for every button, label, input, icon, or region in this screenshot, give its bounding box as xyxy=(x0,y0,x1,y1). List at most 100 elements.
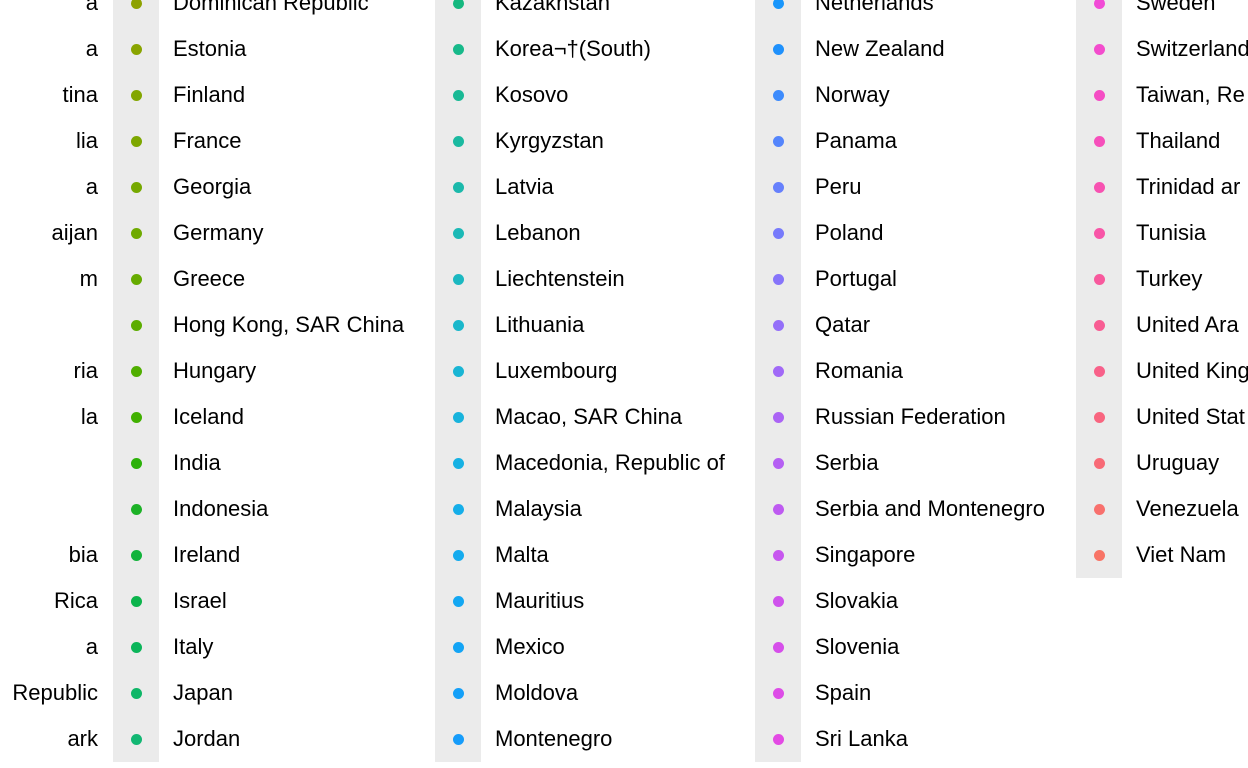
legend-point-key xyxy=(453,90,464,101)
legend-label: Iceland xyxy=(173,404,244,429)
legend-point-key xyxy=(1094,366,1105,377)
legend-point-key xyxy=(453,182,464,193)
legend-point-key xyxy=(131,136,142,147)
legend-label: Italy xyxy=(173,634,214,659)
legend-label: Netherlands xyxy=(815,0,934,15)
legend-label: Slovakia xyxy=(815,588,899,613)
legend-point-key xyxy=(1094,44,1105,55)
legend-point-key xyxy=(773,458,784,469)
legend-point-key xyxy=(1094,550,1105,561)
legend-point-key xyxy=(131,642,142,653)
legend-point-key xyxy=(453,44,464,55)
legend-point-key xyxy=(773,504,784,515)
legend-label: Peru xyxy=(815,174,862,199)
legend-label: Estonia xyxy=(173,36,247,61)
legend-point-key xyxy=(131,688,142,699)
legend-point-key xyxy=(453,320,464,331)
legend-label: a xyxy=(85,174,98,199)
legend-label: Sweden xyxy=(1136,0,1216,15)
legend-point-key xyxy=(1094,320,1105,331)
legend-point-key xyxy=(131,274,142,285)
legend-label: Israel xyxy=(173,588,227,613)
legend-point-key xyxy=(453,228,464,239)
legend-label: Japan xyxy=(173,680,233,705)
legend-label: United Stat xyxy=(1136,404,1245,429)
legend-label: Macao, SAR China xyxy=(495,404,683,429)
legend-label: Latvia xyxy=(495,174,554,199)
legend-point-key xyxy=(773,44,784,55)
legend-label: Kyrgyzstan xyxy=(495,128,604,153)
legend-point-key xyxy=(453,734,464,745)
legend-point-key xyxy=(773,182,784,193)
legend-point-key xyxy=(453,596,464,607)
legend-label: Moldova xyxy=(495,680,579,705)
legend-point-key xyxy=(1094,182,1105,193)
legend-point-key xyxy=(131,734,142,745)
legend-point-key xyxy=(773,734,784,745)
legend-label: New Zealand xyxy=(815,36,945,61)
legend-point-key xyxy=(453,366,464,377)
legend-point-key xyxy=(773,550,784,561)
legend-label: Indonesia xyxy=(173,496,269,521)
legend-label: Turkey xyxy=(1136,266,1203,291)
legend-point-key xyxy=(453,504,464,515)
legend-point-key xyxy=(773,596,784,607)
legend-label: Hungary xyxy=(173,358,257,383)
legend-label: United Ara xyxy=(1136,312,1239,337)
legend-point-key xyxy=(773,274,784,285)
legend-point-key xyxy=(453,136,464,147)
legend-label: Romania xyxy=(815,358,904,383)
legend-label: a xyxy=(85,634,98,659)
legend-label: Qatar xyxy=(815,312,871,337)
legend-point-key xyxy=(453,412,464,423)
legend-label: Rica xyxy=(53,588,98,613)
legend-label: Finland xyxy=(173,82,246,107)
legend-label: Thailand xyxy=(1136,128,1221,153)
legend-key-background xyxy=(1076,0,1122,578)
legend-label: Norway xyxy=(815,82,890,107)
legend-label: Malaysia xyxy=(495,496,582,521)
legend-point-key xyxy=(1094,504,1105,515)
legend-label: Serbia xyxy=(815,450,879,475)
legend-label: Portugal xyxy=(815,266,897,291)
legend-label: ria xyxy=(73,358,98,383)
legend-label: Poland xyxy=(815,220,884,245)
legend-point-key xyxy=(453,458,464,469)
legend-point-key xyxy=(453,550,464,561)
legend-label: Mexico xyxy=(495,634,565,659)
legend-label: Singapore xyxy=(815,542,916,567)
legend-point-key xyxy=(773,366,784,377)
legend-label: Spain xyxy=(815,680,872,705)
legend-label: Serbia and Montenegro xyxy=(815,496,1045,521)
legend-point-key xyxy=(773,320,784,331)
legend-point-key xyxy=(131,504,142,515)
legend-point-key xyxy=(131,320,142,331)
legend-label: la xyxy=(80,404,98,429)
legend-label: Trinidad ar xyxy=(1136,174,1241,199)
legend-point-key xyxy=(131,182,142,193)
legend-point-key xyxy=(453,688,464,699)
legend-label: Lebanon xyxy=(495,220,581,245)
legend-label: Slovenia xyxy=(815,634,900,659)
legend-label: Montenegro xyxy=(495,726,613,751)
legend-label: Uruguay xyxy=(1136,450,1220,475)
legend-label: Greece xyxy=(173,266,246,291)
legend-label: Korea¬†(South) xyxy=(495,36,651,61)
legend-label: Viet Nam xyxy=(1136,542,1227,567)
legend-point-key xyxy=(773,642,784,653)
legend-point-key xyxy=(131,366,142,377)
legend-point-key xyxy=(453,642,464,653)
legend-point-key xyxy=(131,90,142,101)
legend-label: Kazakhstan xyxy=(495,0,610,15)
legend-point-key xyxy=(773,228,784,239)
legend-label: Panama xyxy=(815,128,897,153)
legend-point-key xyxy=(773,412,784,423)
legend-point-key xyxy=(1094,274,1105,285)
legend-label: Switzerland xyxy=(1136,36,1248,61)
legend-point-key xyxy=(131,458,142,469)
legend-point-key xyxy=(453,274,464,285)
legend-label: Dominican Republic xyxy=(173,0,369,15)
legend-label: Georgia xyxy=(173,174,252,199)
legend-point-key xyxy=(773,688,784,699)
legend-label: Mauritius xyxy=(495,588,585,613)
